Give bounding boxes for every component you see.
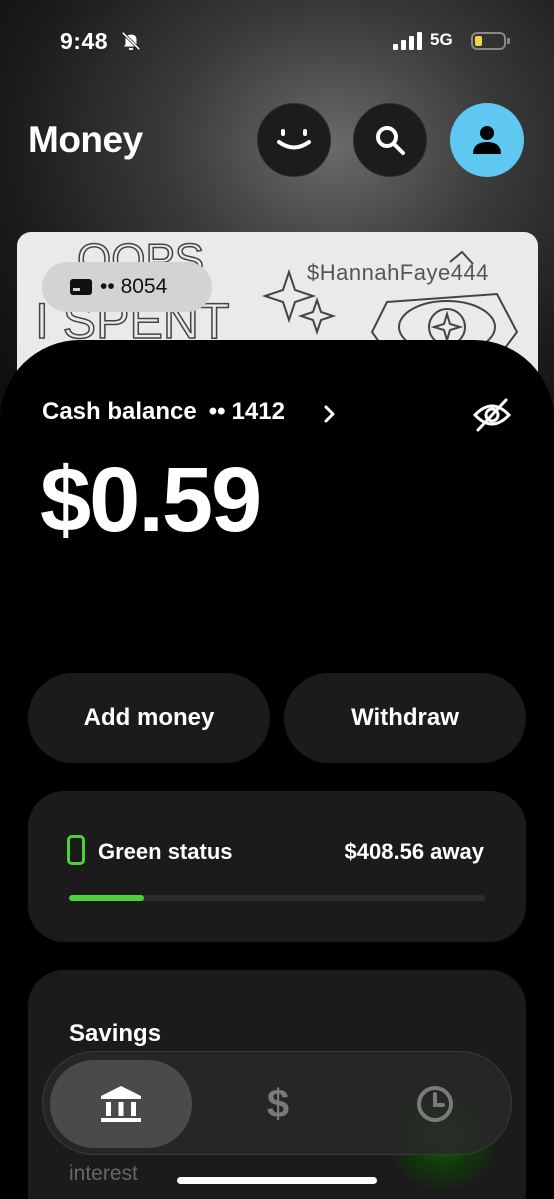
dollar-icon: $	[266, 1081, 290, 1126]
card-last4: 8054	[120, 275, 168, 298]
card-number: •• 8054	[100, 275, 167, 299]
search-button[interactable]	[353, 103, 427, 177]
green-status-icon	[67, 835, 85, 865]
card-number-chip[interactable]: •• 8054	[42, 262, 212, 312]
smiley-button[interactable]	[257, 103, 331, 177]
card-number-dots: ••	[100, 275, 115, 298]
withdraw-button[interactable]: Withdraw	[284, 673, 526, 763]
card-icon	[70, 279, 92, 295]
account-number-dots: ••	[208, 398, 226, 425]
cash-balance-amount: $0.59	[40, 449, 262, 551]
bank-icon	[101, 1086, 141, 1122]
profile-icon	[473, 126, 501, 154]
search-icon	[376, 126, 405, 155]
savings-subtitle: interest	[69, 1162, 138, 1185]
green-status-progress-fill	[69, 895, 144, 901]
cash-balance-label: Cash balance	[42, 398, 197, 425]
tab-bar: $	[42, 1051, 512, 1155]
status-bar: 9:48 5G	[0, 0, 554, 86]
chevron-right-icon[interactable]	[322, 403, 338, 425]
clock-icon	[417, 1086, 453, 1122]
green-status-progress	[69, 895, 485, 901]
profile-button[interactable]	[450, 103, 524, 177]
green-status-card[interactable]: Green status $408.56 away	[28, 791, 526, 942]
add-money-button[interactable]: Add money	[28, 673, 270, 763]
green-status-away: $408.56 away	[344, 839, 484, 864]
account-last4: 1412	[231, 398, 285, 425]
cash-balance-row[interactable]: Cash balance •• 1412	[42, 398, 285, 426]
page-title: Money	[28, 119, 143, 160]
tab-pay[interactable]: $	[207, 1060, 349, 1148]
eye-off-icon[interactable]	[472, 395, 512, 435]
network-label: 5G	[430, 30, 453, 49]
battery-icon	[471, 32, 510, 50]
savings-title: Savings	[69, 1020, 162, 1047]
status-time: 9:48	[60, 28, 109, 54]
tab-activity[interactable]	[364, 1060, 506, 1148]
tab-banking[interactable]	[50, 1060, 192, 1148]
smiley-icon	[277, 129, 311, 150]
green-status-label: Green status	[98, 839, 233, 864]
signal-icon	[393, 32, 422, 50]
bell-slash-icon	[121, 31, 141, 51]
home-indicator[interactable]	[177, 1177, 377, 1184]
card-cashtag: $HannahFaye444	[307, 260, 489, 285]
